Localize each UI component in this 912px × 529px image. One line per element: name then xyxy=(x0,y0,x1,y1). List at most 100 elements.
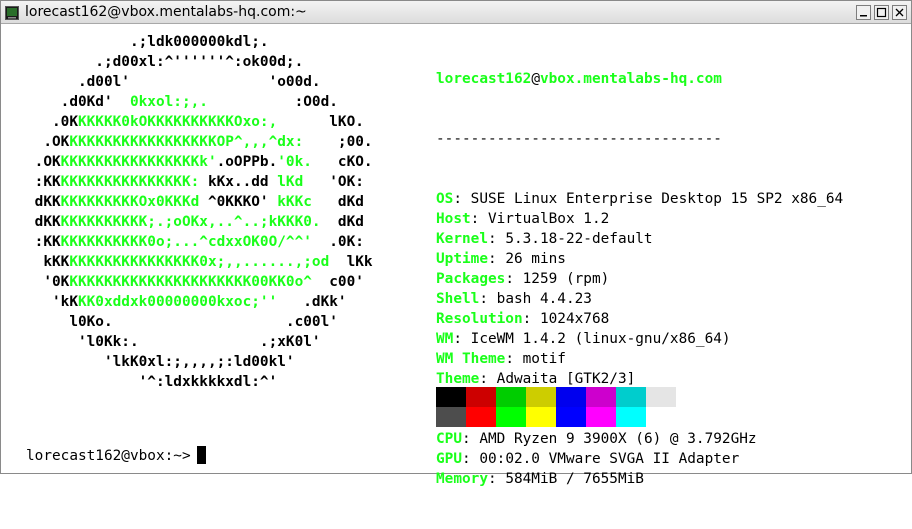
logo-line: 'kKKK0xddxk00000000kxoc;'' .dKk' xyxy=(26,292,373,312)
title-bar[interactable]: lorecast162@vbox.mentalabs-hq.com:~ xyxy=(1,1,911,24)
info-colon: : xyxy=(479,371,497,387)
text-cursor xyxy=(196,446,206,464)
maximize-icon xyxy=(876,7,887,18)
info-at: @ xyxy=(531,71,540,87)
info-row: Uptime: 26 mins xyxy=(436,249,843,269)
logo-line: .0KKKKKK0kOKKKKKKKKKKOxo:, lKO. xyxy=(26,112,373,132)
logo-segment: KKKKKKKKKKKKKKK0x;,,......,;od xyxy=(69,254,330,270)
logo-segment: '0K xyxy=(26,274,70,290)
logo-segment: .0K: xyxy=(311,234,364,250)
info-colon: : xyxy=(487,251,506,267)
info-row: GPU: 00:02.0 VMware SVGA II Adapter xyxy=(436,449,843,469)
close-button[interactable] xyxy=(892,5,907,20)
logo-segment: KKKKKKKKKK0o;...^cdxxOK0O/^^' xyxy=(60,234,312,250)
logo-segment: :KK xyxy=(26,234,61,250)
info-host: vbox.mentalabs-hq.com xyxy=(539,71,722,87)
info-key: WM xyxy=(436,331,454,347)
logo-segment: .oOPPb. xyxy=(216,154,278,170)
info-value: 5.3.18-22-default xyxy=(505,231,653,247)
logo-segment: KKKKKKKKKOx0KKKd xyxy=(60,194,208,210)
system-info: lorecast162@vbox.mentalabs-hq.com ------… xyxy=(436,29,843,529)
terminal-area[interactable]: .;ldk000000kdl;. .;d00xl:^''''''^:ok00d;… xyxy=(1,25,911,487)
color-swatch xyxy=(586,387,616,407)
logo-segment: l0Ko. .c00l' xyxy=(26,314,338,330)
info-row: Packages: 1259 (rpm) xyxy=(436,269,843,289)
logo-line: 'l0Kk:. .;xK0l' xyxy=(26,332,373,352)
logo-segment: .dKk' xyxy=(277,294,347,310)
color-swatch xyxy=(586,407,616,427)
info-row: Host: VirtualBox 1.2 xyxy=(436,209,843,229)
logo-segment: .;d00xl:^''''''^:ok00d;. xyxy=(26,54,304,70)
logo-line: .OKKKKKKKKKKKKKKKKKKOP^,,,^dx: ;00. xyxy=(26,132,372,152)
logo-line: 'lkK0xl:;,,,,;:ld00kl' xyxy=(26,352,373,372)
info-key: Kernel xyxy=(436,231,488,247)
info-colon: : xyxy=(453,331,471,347)
logo-segment: :KK xyxy=(26,174,61,190)
logo-segment: 'l0Kk:. .;xK0l' xyxy=(26,334,321,350)
info-colon: : xyxy=(522,311,540,327)
logo-line: dKKKKKKKKKKKOx0KKKd ^0KKKO' kKKc dKd xyxy=(26,192,373,212)
color-swatch xyxy=(526,387,556,407)
info-value: 584MiB / 7655MiB xyxy=(505,471,644,487)
info-key: OS xyxy=(436,191,454,207)
logo-segment: KKKKKKKKKK;.;oOKx,..^..;kKKK0. xyxy=(60,214,321,230)
color-swatch xyxy=(526,407,556,427)
logo-segment: 'OK: xyxy=(303,174,364,190)
logo-line: :KKKKKKKKKKKKKKKKK: kKx..dd lKd 'OK: xyxy=(26,172,373,192)
info-colon: : xyxy=(470,211,488,227)
info-key: Resolution xyxy=(436,311,523,327)
logo-segment: kKKc xyxy=(277,194,312,210)
color-swatch xyxy=(496,387,526,407)
logo-segment: lKd xyxy=(277,174,304,190)
color-swatch xyxy=(496,407,526,427)
info-key: Memory xyxy=(436,471,488,487)
info-value: 1024x768 xyxy=(539,311,610,327)
logo-segment: KKKKKKKKKKKKKKKKKKKKK00KK0o^ xyxy=(69,274,312,290)
logo-segment: '0k. xyxy=(277,154,312,170)
info-colon: : xyxy=(487,471,506,487)
shell-prompt[interactable]: lorecast162@vbox:~> xyxy=(26,446,206,466)
color-swatch xyxy=(466,387,496,407)
logo-line: kKKKKKKKKKKKKKKKKK0x;,,......,;od lKk xyxy=(26,252,373,272)
info-value: SUSE Linux Enterprise Desktop 15 SP2 x86… xyxy=(470,191,844,207)
logo-line: .d00l' 'o00d. xyxy=(26,72,373,92)
minimize-icon xyxy=(860,15,867,17)
info-row: CPU: AMD Ryzen 9 3900X (6) @ 3.792GHz xyxy=(436,429,843,449)
logo-segment: 'kK xyxy=(26,294,78,310)
info-header: lorecast162@vbox.mentalabs-hq.com xyxy=(436,69,843,89)
info-key: Uptime xyxy=(436,251,488,267)
logo-segment: KKKKK0kOKKKKKKKKKKOxo:, xyxy=(77,114,278,130)
info-key: Theme xyxy=(436,371,480,387)
minimize-button[interactable] xyxy=(856,5,871,20)
logo-line: .;ldk000000kdl;. xyxy=(26,32,373,52)
logo-line: l0Ko. .c00l' xyxy=(26,312,373,332)
info-row: OS: SUSE Linux Enterprise Desktop 15 SP2… xyxy=(436,189,843,209)
logo-segment: lKk xyxy=(329,254,373,270)
logo-segment: ^0KKKO' xyxy=(207,194,278,210)
color-swatch xyxy=(616,387,646,407)
terminal-icon[interactable] xyxy=(5,5,19,20)
maximize-button[interactable] xyxy=(874,5,889,20)
info-row: Memory: 584MiB / 7655MiB xyxy=(436,469,843,489)
logo-segment: .d0Kd' xyxy=(26,94,130,110)
logo-segment: c00' xyxy=(311,274,364,290)
info-rows: OS: SUSE Linux Enterprise Desktop 15 SP2… xyxy=(436,189,843,489)
terminal-window: lorecast162@vbox.mentalabs-hq.com:~ .;ld… xyxy=(0,0,912,487)
logo-segment: '^:ldxkkkkxdl:^' xyxy=(26,374,278,390)
color-swatch xyxy=(556,387,586,407)
logo-segment: KKKKKKKKKKKKKKK: xyxy=(60,174,208,190)
info-colon: : xyxy=(453,191,471,207)
logo-line: '0KKKKKKKKKKKKKKKKKKKKKK00KK0o^ c00' xyxy=(26,272,373,292)
color-swatch xyxy=(556,407,586,427)
info-value: bash 4.4.23 xyxy=(496,291,592,307)
info-value: AMD Ryzen 9 3900X (6) @ 3.792GHz xyxy=(479,431,757,447)
logo-line: '^:ldxkkkkxdl:^' xyxy=(26,372,373,392)
logo-segment: .d00l' 'o00d. xyxy=(26,74,321,90)
logo-segment: KK0xddxk00000000kxoc;'' xyxy=(77,294,278,310)
info-colon: : xyxy=(487,231,506,247)
info-key: WM Theme xyxy=(436,351,506,367)
info-colon: : xyxy=(505,351,523,367)
info-colon: : xyxy=(462,431,480,447)
logo-segment: .0K xyxy=(26,114,78,130)
info-user: lorecast162 xyxy=(436,71,532,87)
